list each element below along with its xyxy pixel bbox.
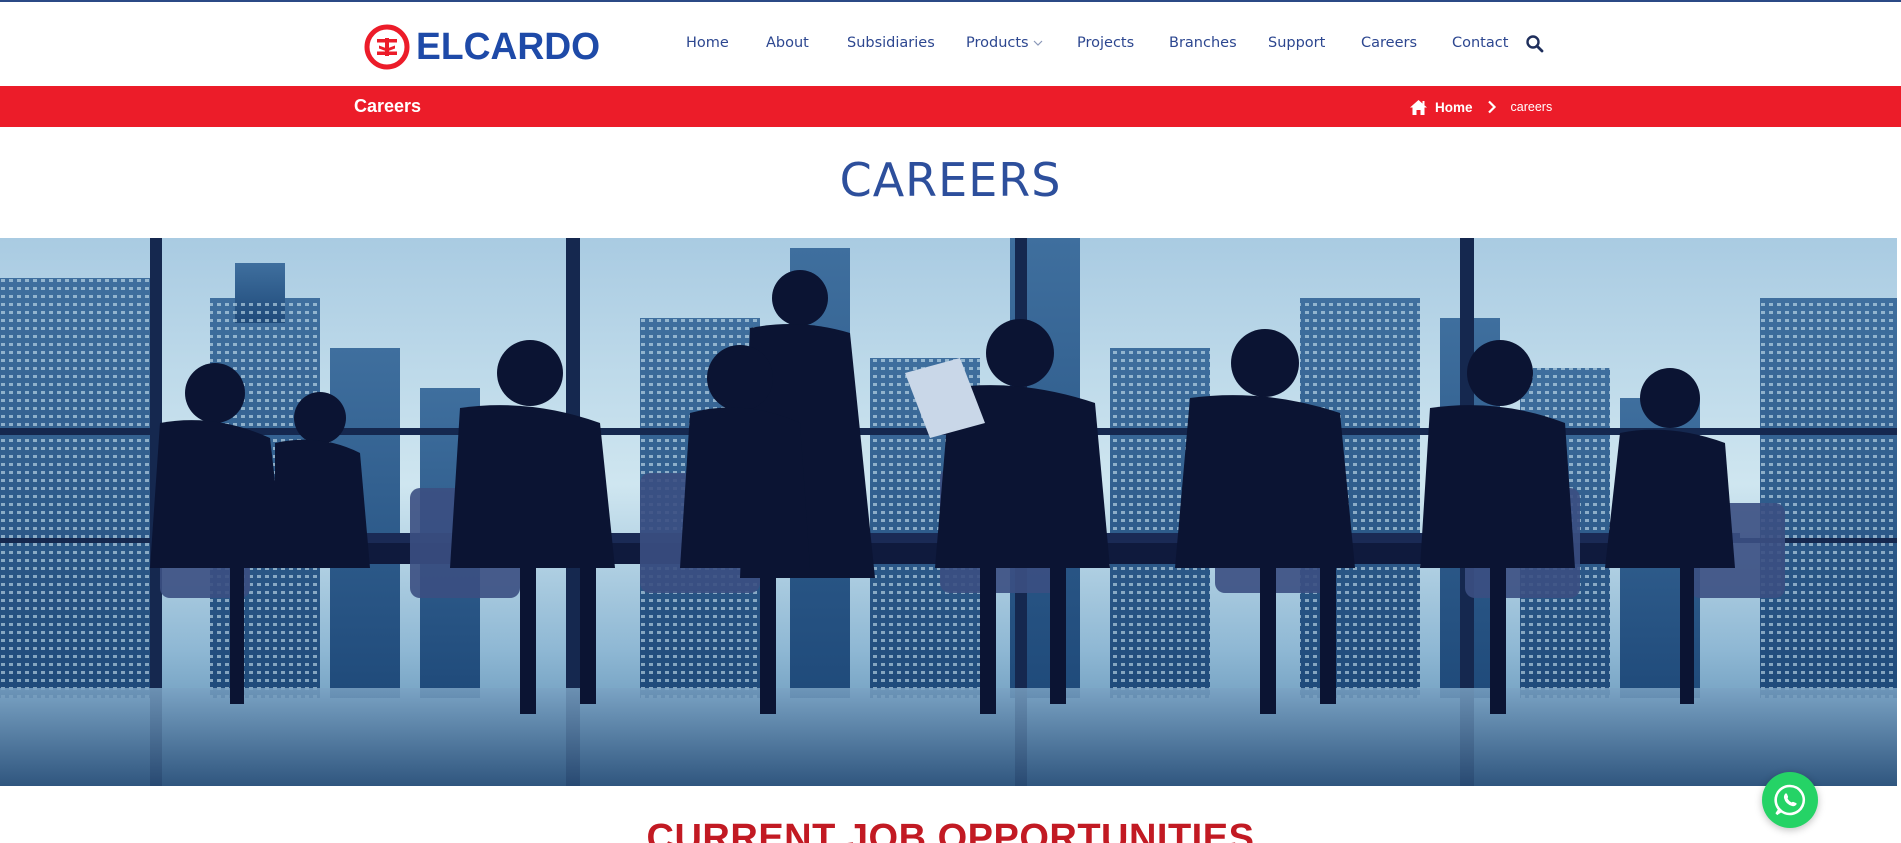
chevron-right-icon	[1487, 100, 1496, 114]
breadcrumb-home-link[interactable]: Home	[1435, 100, 1473, 115]
nav-support[interactable]: Support	[1268, 34, 1325, 52]
nav-products[interactable]: Products	[966, 34, 1043, 52]
nav-contact[interactable]: Contact	[1452, 34, 1508, 52]
main-nav: Home About Subsidiaries Products Project…	[0, 2, 1901, 86]
home-icon[interactable]	[1409, 99, 1428, 116]
breadcrumb-bar: Careers Home careers	[0, 86, 1901, 127]
business-meeting-silhouette-photo	[0, 238, 1897, 786]
hero-image	[0, 238, 1897, 786]
chevron-down-icon	[1033, 40, 1043, 46]
search-icon[interactable]	[1525, 34, 1545, 54]
page-title: Careers	[354, 96, 422, 116]
nav-projects[interactable]: Projects	[1077, 34, 1134, 52]
job-opportunities-heading: CURRENT JOB OPPORTUNITIES	[646, 817, 1255, 843]
nav-careers[interactable]: Careers	[1361, 34, 1417, 52]
whatsapp-button[interactable]	[1762, 772, 1818, 828]
nav-about[interactable]: About	[766, 34, 809, 52]
nav-home[interactable]: Home	[686, 34, 729, 52]
breadcrumb-current: careers	[1510, 100, 1553, 114]
nav-subsidiaries[interactable]: Subsidiaries	[847, 34, 935, 52]
nav-products-label: Products	[966, 35, 1029, 51]
nav-branches[interactable]: Branches	[1169, 34, 1237, 52]
breadcrumb: Home careers	[1409, 97, 1552, 117]
whatsapp-icon	[1774, 784, 1806, 816]
careers-heading: CAREERS	[839, 153, 1062, 207]
